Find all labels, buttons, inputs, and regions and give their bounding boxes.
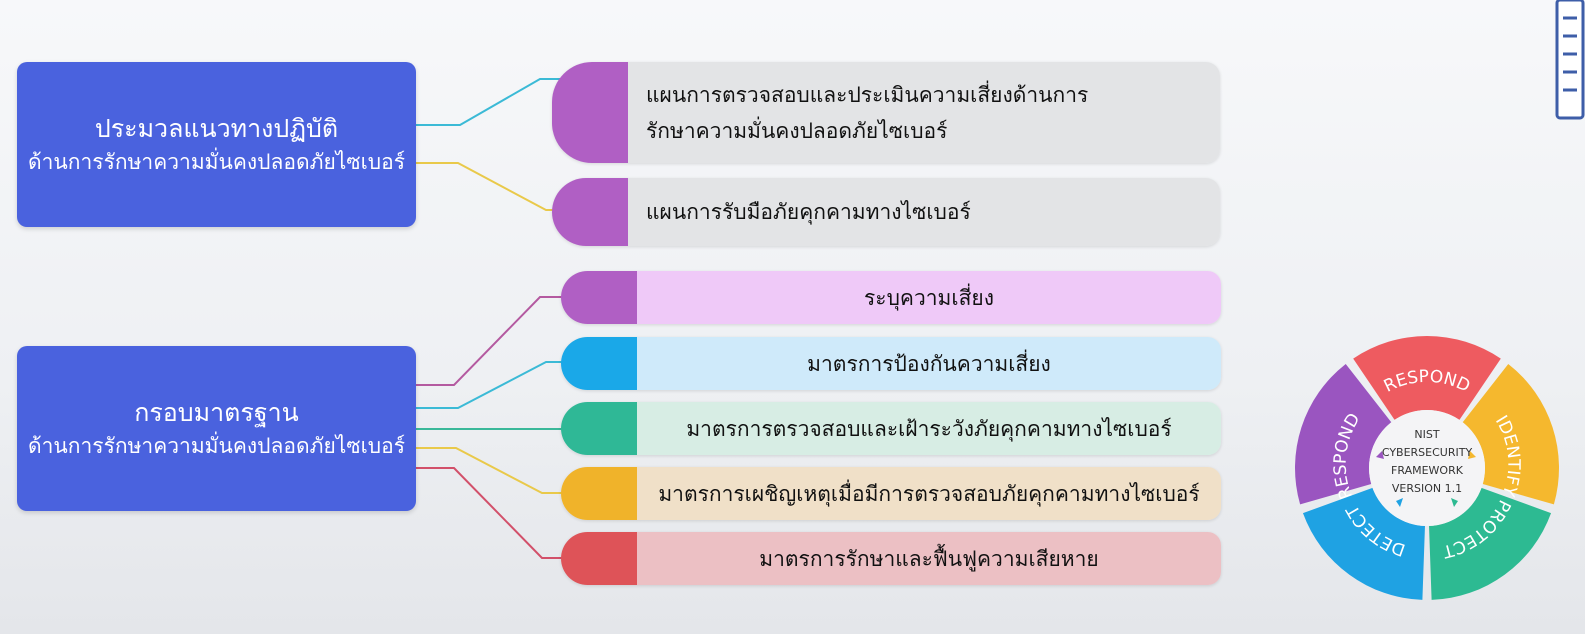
plan-item-audit-line2: รักษาความมั่นคงปลอดภัยไซเบอร์	[646, 118, 948, 143]
plan-item-response: แผนการรับมือภัยคุกคามทางไซเบอร์	[552, 178, 1220, 246]
wheel-center-line-1: NIST	[1414, 428, 1439, 441]
measure-label: มาตรการป้องกันความเสี่ยง	[807, 351, 1051, 376]
connector-plan-1	[416, 78, 564, 126]
measure-prevent-risk: มาตรการป้องกันความเสี่ยง	[561, 337, 1221, 390]
connector-measure-4	[416, 447, 566, 494]
guidelines-box: ประมวลแนวทางปฏิบัติ ด้านการรักษาความมั่น…	[17, 62, 416, 227]
measure-incident-response: มาตรการเผชิญเหตุเมื่อมีการตรวจสอบภัยคุกค…	[561, 467, 1221, 520]
plan-item-cap	[552, 178, 628, 246]
nist-framework-wheel: NIST CYBERSECURITY FRAMEWORK VERSION 1.1…	[1295, 336, 1559, 600]
framework-subtitle: ด้านการรักษาความมั่นคงปลอดภัยไซเบอร์	[28, 433, 405, 458]
measure-cap	[561, 467, 637, 520]
measure-label: มาตรการเผชิญเหตุเมื่อมีการตรวจสอบภัยคุกค…	[658, 481, 1200, 506]
plan-item-response-label: แผนการรับมือภัยคุกคามทางไซเบอร์	[646, 200, 971, 224]
connector-plan-2	[416, 162, 558, 211]
measure-monitor-threats: มาตรการตรวจสอบและเฝ้าระวังภัยคุกคามทางไซ…	[561, 402, 1221, 455]
measure-cap	[561, 337, 637, 390]
wheel-center-line-4: VERSION 1.1	[1392, 482, 1462, 495]
connector-measure-5	[416, 467, 566, 559]
measure-cap	[561, 402, 637, 455]
wheel-center-line-3: FRAMEWORK	[1391, 464, 1464, 477]
measure-label: มาตรการรักษาและฟื้นฟูความเสียหาย	[759, 546, 1099, 571]
wheel-center-line-2: CYBERSECURITY	[1382, 446, 1473, 459]
connector-measure-1	[416, 296, 566, 386]
guidelines-title: ประมวลแนวทางปฏิบัติ	[94, 113, 339, 143]
measure-cap	[561, 271, 637, 324]
measure-identify-risk: ระบุความเสี่ยง	[561, 271, 1221, 324]
plan-item-audit-line1: แผนการตรวจสอบและประเมินความเสี่ยงด้านการ	[646, 82, 1089, 107]
measure-recovery: มาตรการรักษาและฟื้นฟูความเสียหาย	[561, 532, 1221, 585]
guidelines-subtitle: ด้านการรักษาความมั่นคงปลอดภัยไซเบอร์	[28, 149, 405, 174]
measure-cap	[561, 532, 637, 585]
framework-box: กรอบมาตรฐาน ด้านการรักษาความมั่นคงปลอดภั…	[17, 346, 416, 511]
framework-title: กรอบมาตรฐาน	[134, 397, 299, 427]
plan-item-audit: แผนการตรวจสอบและประเมินความเสี่ยงด้านการ…	[552, 62, 1220, 163]
corner-icon	[1555, 0, 1585, 120]
measure-label: ระบุความเสี่ยง	[864, 285, 994, 310]
measure-label: มาตรการตรวจสอบและเฝ้าระวังภัยคุกคามทางไซ…	[686, 416, 1172, 441]
plan-item-cap	[552, 62, 628, 163]
